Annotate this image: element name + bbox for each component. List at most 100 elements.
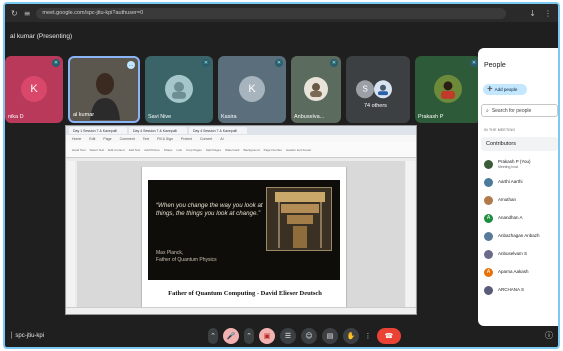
tile-name: Anbuselva...: [294, 114, 325, 120]
tile-participant[interactable]: ✕ Savi Nive: [145, 56, 213, 123]
search-placeholder: Search for people: [491, 107, 532, 114]
reload-icon[interactable]: ↻: [11, 9, 18, 18]
avatar: [484, 249, 493, 259]
muted-icon: ✕: [52, 59, 60, 67]
add-person-icon: ➕: [487, 87, 493, 92]
add-people-button[interactable]: ➕ Add people: [483, 84, 527, 95]
tune-icon[interactable]: ≡: [24, 9, 31, 18]
ribbon-item: Split Pages: [205, 147, 221, 152]
document-heading: Father of Quantum Computing - David Elie…: [168, 290, 322, 297]
list-item[interactable]: Aarthi Aarthi: [478, 173, 558, 191]
avatar: [484, 231, 493, 241]
ribbon-item: Background: [243, 147, 260, 152]
chevron-up-icon[interactable]: ⌃: [244, 327, 254, 344]
tile-participant[interactable]: … al kumar: [68, 56, 140, 123]
person-name: Amuthan: [498, 197, 517, 203]
search-people-input[interactable]: ⌕ Search for people: [481, 104, 558, 117]
hangup-icon[interactable]: ☎: [377, 327, 401, 344]
tile-name: Savi Nive: [148, 114, 172, 120]
tile-name: Prakash P: [418, 114, 444, 120]
document-page: “When you change the way you look at thi…: [141, 167, 347, 309]
tile-others[interactable]: S 74 others: [346, 56, 410, 123]
person-name: Prakash P (You) Meeting host: [498, 159, 531, 169]
contributors-section[interactable]: Contributors: [481, 137, 558, 151]
avatar: [484, 285, 493, 295]
shared-menu: Home Edit Page Comment Text Fill & Sign …: [66, 135, 416, 142]
avatar: [165, 74, 193, 103]
tile-participant[interactable]: K ✕ Kasira: [218, 56, 286, 123]
people-list: Prakash P (You) Meeting host Aarthi Aarth…: [478, 155, 558, 299]
meeting-code: │ spc-jtiu-kpi: [10, 332, 45, 339]
info-icon[interactable]: ⓘ: [545, 330, 553, 341]
call-controls: ⌃ 🎤 ⌃ ▣ ☰ ☺ ▤ ✋ ⋮ ☎: [208, 327, 401, 344]
avatar: [484, 159, 493, 169]
more-options-icon[interactable]: ⋮: [364, 328, 372, 344]
tile-participant[interactable]: ✕ Anbuselva...: [291, 56, 341, 123]
avatar: K: [239, 75, 265, 102]
menu-item: Home: [72, 136, 82, 141]
shared-tab: Day 1 Session 7 & Kavepulli: [69, 127, 127, 134]
tile-name: nika D: [8, 114, 24, 120]
shared-status-bar: [66, 307, 416, 314]
avatar: [434, 74, 462, 103]
list-item[interactable]: ARCHANA S: [478, 281, 558, 299]
ribbon-item: Watermark: [224, 147, 240, 152]
list-item[interactable]: Prakash P (You) Meeting host: [478, 155, 558, 173]
muted-icon: ✕: [330, 59, 338, 67]
participant-tiles: K ✕ nika D … al kumar ✕ Savi Nive K ✕ Ka…: [5, 56, 481, 123]
add-people-label: Add people: [494, 87, 518, 92]
mic-off-icon[interactable]: 🎤: [223, 327, 239, 344]
shared-tab: Day 4 Session 7 & Kavepulli: [189, 127, 247, 134]
shared-left-toolbar: [67, 161, 75, 309]
tile-participant[interactable]: ✕ Prakash P: [415, 56, 481, 123]
ribbon-item: Hand Tool: [72, 147, 86, 152]
list-item[interactable]: A Aparna Aakash: [478, 263, 558, 281]
quantum-computer-image: [266, 187, 332, 251]
person-name: Anandhan A: [498, 215, 523, 221]
camera-off-icon[interactable]: ▣: [259, 327, 275, 344]
download-icon[interactable]: ↓: [529, 9, 536, 18]
people-panel: People ➕ Add people ⌕ Search for people …: [478, 48, 558, 326]
shared-right-toolbar: [406, 161, 415, 309]
present-icon[interactable]: ▤: [322, 327, 338, 344]
list-item[interactable]: A Anandhan A: [478, 209, 558, 227]
avatar: S: [356, 79, 375, 98]
person-name: Anbazhagan Anbazh: [498, 233, 540, 239]
address-bar[interactable]: meet.google.com/spc-jtiu-kpi?authuser=0: [36, 7, 507, 19]
menu-item: Text: [142, 136, 150, 141]
tile-participant[interactable]: K ✕ nika D: [5, 56, 63, 123]
list-item[interactable]: Anbazhagan Anbazh: [478, 227, 558, 245]
avatar: [484, 195, 493, 205]
author-name: Max Planck,: [156, 250, 184, 256]
ribbon-item: Crop Pages: [185, 147, 202, 152]
raise-hand-icon[interactable]: ✋: [343, 327, 359, 344]
in-meeting-label: IN THE MEETING: [484, 128, 516, 132]
ribbon-item: Add Text: [128, 147, 141, 152]
list-item[interactable]: Amuthan: [478, 191, 558, 209]
tile-name: al kumar: [73, 112, 95, 118]
chevron-up-icon[interactable]: ⌃: [208, 327, 218, 344]
menu-item: Convert: [200, 136, 213, 141]
emoji-icon[interactable]: ☺: [301, 327, 317, 344]
shared-tab: Day 4 Session 7 & Kavepulli: [129, 127, 187, 134]
shared-screen: Day 1 Session 7 & Kavepulli Day 4 Sessio…: [65, 125, 417, 315]
list-item[interactable]: Anbuselvam S: [478, 245, 558, 263]
presenting-label: al kumar (Presenting): [10, 32, 73, 40]
avatar: [484, 177, 493, 187]
menu-icon[interactable]: ⋮: [544, 9, 552, 18]
muted-icon: ✕: [275, 59, 283, 67]
shared-browser-tabs: Day 1 Session 7 & Kavepulli Day 4 Sessio…: [66, 126, 416, 135]
avatar: [374, 79, 393, 98]
browser-toolbar: ↻ ≡ meet.google.com/spc-jtiu-kpi?authuse…: [5, 4, 558, 22]
menu-item: Comment: [119, 136, 135, 141]
menu-item: Protect: [180, 136, 193, 141]
shared-ribbon: Hand Tool Select Text Edit Content Add T…: [66, 142, 416, 158]
ribbon-item: Header and Footer: [286, 147, 312, 152]
person-name: Aarthi Aarthi: [498, 179, 523, 185]
ribbon-item: Link: [176, 147, 182, 152]
ribbon-item: Edit Content: [108, 147, 125, 152]
avatar: A: [484, 213, 493, 223]
captions-icon[interactable]: ☰: [280, 327, 296, 344]
meet-window: ↻ ≡ meet.google.com/spc-jtiu-kpi?authuse…: [3, 2, 560, 349]
avatar: A: [484, 267, 493, 277]
